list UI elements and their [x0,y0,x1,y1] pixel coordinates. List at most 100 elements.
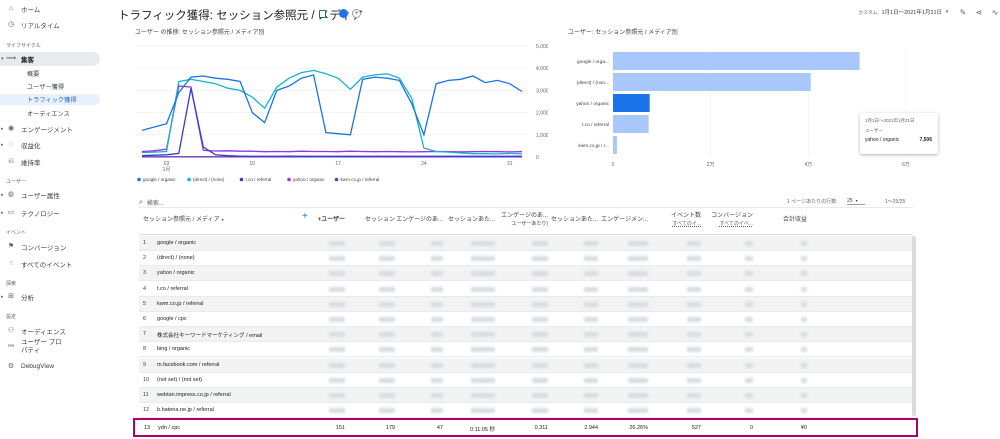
comparison-icon[interactable] [339,9,348,18]
bar[interactable] [613,136,617,154]
sidebar-item-home[interactable]: ⌂ ホーム [0,2,100,15]
sidebar-item-user-properties[interactable]: ⚯ ユーザー プロパティ [0,338,100,356]
add-dimension-button[interactable]: + [302,212,308,222]
pagination: 1～25/25 [885,199,906,205]
metric-header-sublabel: ユーザーあたり) [511,221,548,227]
table-row[interactable]: 4 t.co / referral [139,282,913,297]
redacted-value [379,362,395,368]
metric-header[interactable]: エンゲージのあ... [396,216,443,224]
table-row[interactable]: 12 b.hatena.ne.jp / referral [139,403,913,419]
sidebar-item-conversions[interactable]: ⚑ コンバージョン [0,240,100,253]
table-row[interactable]: 9 m.facebook.com / referral [139,357,913,373]
sidebar-sub-audience[interactable]: オーディエンス [0,108,100,119]
sidebar-sub-traffic-acquisition[interactable]: トラフィック獲得 [0,94,100,105]
redacted-value [431,377,443,383]
dimension-header[interactable]: セッション参照元 / メディア ▾ [143,216,224,224]
metric-header-label: イベント数 [670,213,701,219]
table-row[interactable]: 8 bing / organic [139,342,913,358]
highlight-row[interactable]: 13 ydn / cpc 151 179 47 0:11:05 秒 0.311 2.944… [133,418,918,437]
metric-header[interactable]: セッションあた... [551,216,598,224]
bar[interactable] [613,52,860,70]
redacted-value [801,347,807,353]
sidebar-item-realtime[interactable]: ◷ リアルタイム [0,18,100,31]
y-tick-label: 2,000 [536,111,548,117]
sidebar-sub-user-acquisition[interactable]: ユーザー獲得 [0,81,100,92]
table-row[interactable]: 3 yahoo / organic [139,266,913,282]
redacted-value [628,332,648,338]
redacted-value [471,286,495,292]
sidebar-item-technology[interactable]: ▸ ▭ テクノロジー [0,206,100,219]
edit-report-icon[interactable]: ✎ [958,7,968,17]
x-tick-label: 4万 [804,162,812,168]
redacted-value [329,362,345,368]
redacted-value [801,393,807,398]
x-tick-label: 6万 [902,162,910,168]
redacted-value [687,393,701,398]
metric-header[interactable]: セッションあた... [448,216,495,224]
redacted-value [628,347,648,353]
metric-header[interactable]: イベント数 すべてのイ... [671,212,701,228]
x-tick-label: 0 [612,162,615,168]
bar[interactable] [613,115,649,133]
sidebar-item-all-events[interactable]: ☝ すべてのイベント [0,257,100,270]
sidebar-item-analysis[interactable]: ▸ ⊞ 分析 [0,290,100,303]
sidebar-item-engagement[interactable]: ▸ ◉ エンゲージメント [0,122,100,135]
metric-header[interactable]: エンゲージメン... [601,216,648,224]
bar[interactable] [613,73,811,91]
add-comparison-icon[interactable]: + [352,9,361,18]
redacted-value [431,286,443,292]
sidebar-item-label: ユーザー プロパティ [21,339,62,354]
redacted-value [628,408,648,414]
scrollbar[interactable] [912,236,916,416]
highlight-cell: ¥0 [800,425,807,431]
sidebar-item-demographics[interactable]: ▸ ◍ ユーザー属性 [0,188,100,201]
highlight-cell: 527 [691,425,701,431]
table-row[interactable]: 10 (not set) / (not set) [139,373,913,388]
sidebar-item-debugview[interactable]: ⚙ DebugView [0,360,100,373]
table-row[interactable]: 2 (direct) / (none) [139,251,913,267]
metric-header[interactable]: +ユーザー [318,216,345,224]
redacted-value [329,393,345,398]
date-range-picker[interactable]: カスタム 1月1日～2021年1月31日 ▾ ✎ ⋖ ∿ [858,6,1000,18]
redacted-value [801,332,807,338]
bar-category-label: yahoo / organic [576,101,609,107]
table-row[interactable]: 7 株式会社キーワードマーケティング / email [139,327,913,343]
redacted-value [379,301,395,307]
redacted-value [801,241,807,246]
table-search[interactable]: ⌕ 検索... [139,198,164,208]
rows-per-page-value: 25 [847,197,853,204]
insights-icon[interactable]: ∿ [990,7,1000,17]
table-row[interactable]: 5 kwm.co.jp / referral [139,296,913,312]
metric-header[interactable]: コンバージョン すべてのイベ... [711,212,753,228]
row-source: bing / organic [157,346,191,353]
bar-chart: 0 2万 4万 6万 google / orga... (direct) / (non..… [576,50,910,168]
series-line--direct-none- [141,69,523,155]
search-input[interactable]: 検索... [147,198,164,207]
bar[interactable] [613,94,650,112]
expand-icon: ▸ [1,125,4,132]
metric-header[interactable]: セッション [365,216,395,224]
table-row[interactable]: 1 google / organic [139,236,913,251]
rows-per-page-select[interactable]: 25 ▾ [847,197,865,205]
share-icon[interactable]: ⋖ [974,7,984,17]
redacted-value [745,286,753,292]
sidebar-item-monetization[interactable]: ▸ ◌ 収益化 [0,138,100,151]
metric-header[interactable]: 合計収益 [783,216,807,224]
redacted-value [628,271,648,277]
sidebar-item-audiences[interactable]: ⚇ オーディエンス [0,324,100,337]
redacted-value [687,408,701,414]
redacted-value [628,317,648,322]
table-row[interactable]: 6 google / cpc [139,312,913,327]
sidebar-item-retention[interactable]: ⎌ 維持率 [0,155,100,168]
debug-icon: ⚙ [7,362,15,370]
row-number: 2 [143,255,147,262]
bar-category-label: t.co / referral [582,122,609,128]
redacted-value [532,332,548,338]
row-number: 1 [143,240,147,246]
table-row[interactable]: 11 webtan.impress.co.jp / referral [139,388,913,403]
sidebar-sub-overview[interactable]: 概要 [0,68,100,79]
chart-tooltip: 1月1日～2021年1月31日 ユーザー yahoo / organic 7,5… [860,113,938,154]
sidebar-item-acquisition[interactable]: ▾ ⟿ 集客 [0,52,100,66]
metric-header[interactable]: エンゲージのあ... ユーザーあたり) [501,212,548,228]
row-source: kwm.co.jp / referral [157,300,204,307]
